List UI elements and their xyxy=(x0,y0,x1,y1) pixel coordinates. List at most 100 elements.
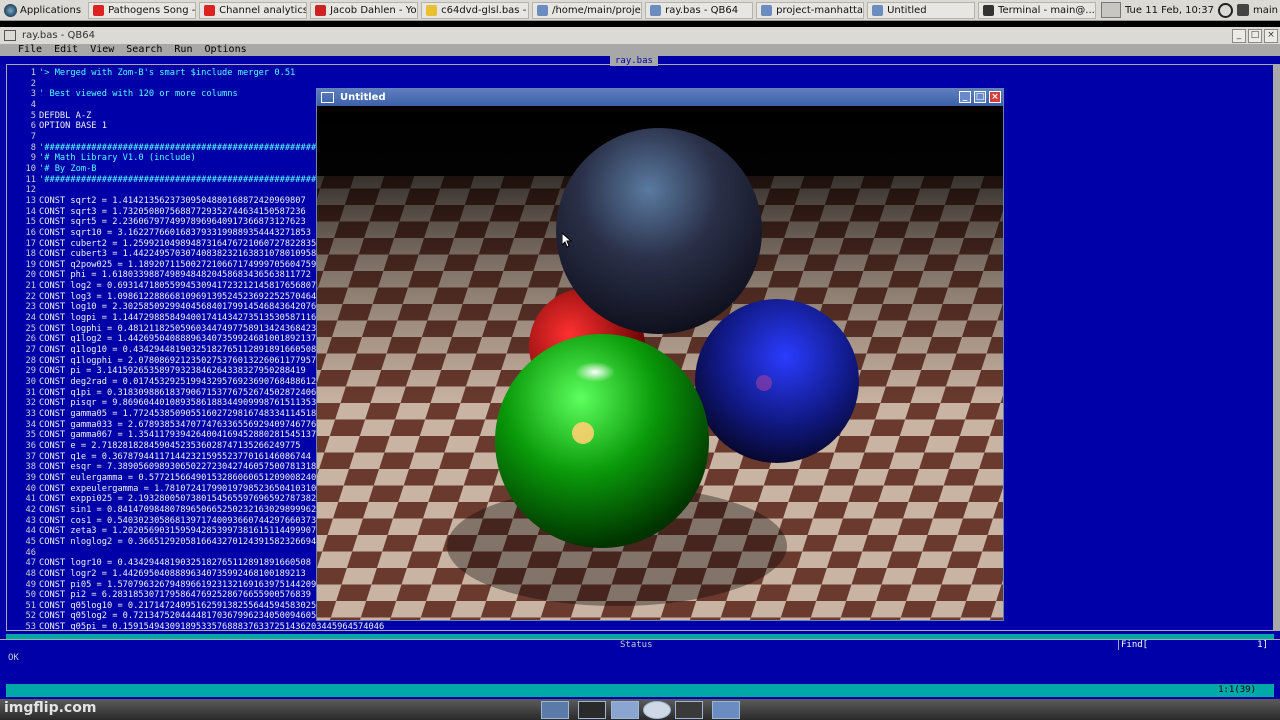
line-number: 27 xyxy=(25,345,36,356)
applications-menu[interactable]: Applications xyxy=(0,0,85,20)
code-line[interactable]: 1 '> Merged with Zom-B's smart $include m… xyxy=(14,68,1254,79)
status-message: OK xyxy=(8,653,19,663)
taskbar-task-label: Terminal - main@... xyxy=(998,4,1095,16)
render-window-title: Untitled xyxy=(340,92,386,103)
close-button[interactable]: × xyxy=(989,91,1001,103)
taskbar-task-6[interactable]: project-manhattan... xyxy=(756,1,865,19)
line-number: 18 xyxy=(25,249,36,260)
window-menu-icon[interactable] xyxy=(4,30,16,41)
code-line[interactable]: 53 CONST q05pi = 0.1591549430918953357688… xyxy=(14,622,1254,633)
line-text: CONST sqrt5 = 2.236067977499789696409173… xyxy=(39,217,306,228)
window-icon xyxy=(872,4,884,16)
line-number: 8 xyxy=(30,142,36,153)
dock-folder-icon[interactable] xyxy=(712,701,740,719)
line-text: CONST exppi025 = 2.193280050738015456559… xyxy=(39,494,322,505)
menu-edit[interactable]: Edit xyxy=(54,44,78,56)
workspace-switcher[interactable] xyxy=(1100,2,1121,18)
line-number: 41 xyxy=(25,494,36,505)
youtube-icon xyxy=(315,4,327,16)
cursor-position: 1:1(39) xyxy=(1218,685,1256,695)
taskbar-task-label: ray.bas - QB64 xyxy=(665,4,739,16)
qb64-titlebar[interactable]: ray.bas - QB64 _ □ × xyxy=(0,27,1280,44)
clock[interactable]: Tue 11 Feb, 10:37 xyxy=(1125,5,1214,16)
menu-search[interactable]: Search xyxy=(126,44,162,56)
line-number: 37 xyxy=(25,451,36,462)
line-text: '#######################################… xyxy=(39,142,353,153)
minimize-button[interactable]: _ xyxy=(1232,29,1246,43)
line-text: CONST zeta3 = 1.202056903159594285399738… xyxy=(39,526,322,537)
taskbar-task-2[interactable]: Jacob Dahlen - You... xyxy=(310,1,419,19)
dock-desktop-icon[interactable] xyxy=(541,701,569,719)
taskbar-task-label: Channel analytics ... xyxy=(219,4,308,16)
dock-files-icon[interactable] xyxy=(611,701,639,719)
menu-view[interactable]: View xyxy=(90,44,114,56)
line-number: 14 xyxy=(25,206,36,217)
line-number: 22 xyxy=(25,291,36,302)
line-number: 30 xyxy=(25,377,36,388)
power-icon[interactable] xyxy=(1218,2,1233,18)
taskbar-task-1[interactable]: Channel analytics ... xyxy=(199,1,308,19)
editor-icon xyxy=(426,4,438,16)
line-text: CONST q1logphi = 2.078086921235027537601… xyxy=(39,355,322,366)
taskbar-task-4[interactable]: /home/main/projec... xyxy=(532,1,643,19)
line-number: 4 xyxy=(30,99,36,110)
line-text: CONST expeulergamma = 1.7810724179901979… xyxy=(39,483,348,494)
opera-icon xyxy=(204,4,216,16)
line-number: 52 xyxy=(25,611,36,622)
minimize-button[interactable]: _ xyxy=(959,91,971,103)
line-number: 48 xyxy=(25,568,36,579)
line-text: CONST logpi = 1.144729885849400174143427… xyxy=(39,313,322,324)
maximize-button[interactable]: □ xyxy=(1248,29,1262,43)
line-text: CONST gamma05 = 1.7724538509055160272981… xyxy=(39,409,317,419)
taskbar-task-0[interactable]: Pathogens Song - ... xyxy=(88,1,197,19)
menu-file[interactable]: File xyxy=(18,44,42,56)
line-number: 31 xyxy=(25,387,36,398)
maximize-button[interactable]: □ xyxy=(974,91,986,103)
line-text: CONST gamma067 = 1.354117939426400416945… xyxy=(39,430,322,441)
line-text: CONST sin1 = 0.8414709848078965066525023… xyxy=(39,504,317,515)
cursor-position-bar: 1:1(39) xyxy=(6,684,1274,697)
line-number: 51 xyxy=(25,600,36,611)
line-text: CONST sqrt2 = 1.414213562373095048801688… xyxy=(39,195,306,206)
line-number: 10 xyxy=(25,163,36,174)
window-icon xyxy=(650,4,662,16)
taskbar-task-5[interactable]: ray.bas - QB64 xyxy=(645,1,754,19)
render-window[interactable]: Untitled _ □ × xyxy=(316,88,1004,621)
line-text: DEFDBL A-Z xyxy=(39,110,92,121)
dock-terminal-icon[interactable] xyxy=(578,701,606,719)
line-number: 47 xyxy=(25,558,36,569)
line-text: CONST sqrt3 = 1.732050807568877293527446… xyxy=(39,206,306,217)
dock-browser-icon[interactable] xyxy=(643,701,671,719)
menu-run[interactable]: Run xyxy=(174,44,192,56)
line-number: 1 xyxy=(30,68,36,78)
line-number: 26 xyxy=(25,334,36,345)
dock-app-icon[interactable] xyxy=(675,701,703,719)
taskbar-task-label: project-manhattan... xyxy=(776,4,864,16)
line-text: CONST q05pi = 0.159154943091895335768883… xyxy=(39,622,385,633)
vertical-scrollbar[interactable] xyxy=(1274,64,1280,631)
render-window-titlebar[interactable]: Untitled _ □ × xyxy=(317,89,1003,106)
line-text: '# By Zom-B xyxy=(39,163,97,174)
line-text: CONST q1pi = 0.3183098861837906715377675… xyxy=(39,387,317,398)
user-icon[interactable] xyxy=(1237,4,1249,16)
line-number: 50 xyxy=(25,590,36,601)
taskbar-task-8[interactable]: Terminal - main@... xyxy=(978,1,1097,19)
line-number: 21 xyxy=(25,281,36,292)
line-text: ' Best viewed with 120 or more columns xyxy=(39,89,238,100)
menu-options[interactable]: Options xyxy=(204,44,246,56)
line-text: CONST pi = 3.141592653589793238462643383… xyxy=(39,366,306,377)
line-number: 43 xyxy=(25,515,36,526)
taskbar-task-7[interactable]: Untitled xyxy=(867,1,976,19)
line-number: 9 xyxy=(30,153,36,164)
line-text: CONST gamma033 = 2.678938534707747633655… xyxy=(39,419,322,430)
line-number: 17 xyxy=(25,238,36,249)
taskbar-task-3[interactable]: c64dvd-glsl.bas - /... xyxy=(421,1,530,19)
line-number: 16 xyxy=(25,227,36,238)
close-button[interactable]: × xyxy=(1264,29,1278,43)
line-number: 40 xyxy=(25,483,36,494)
line-number: 12 xyxy=(25,185,36,196)
find-field[interactable]: Find[ xyxy=(1118,640,1148,650)
line-text: CONST pi05 = 1.5707963267948966192313216… xyxy=(39,579,317,590)
line-number: 35 xyxy=(25,430,36,441)
user-name[interactable]: main xyxy=(1253,5,1278,16)
